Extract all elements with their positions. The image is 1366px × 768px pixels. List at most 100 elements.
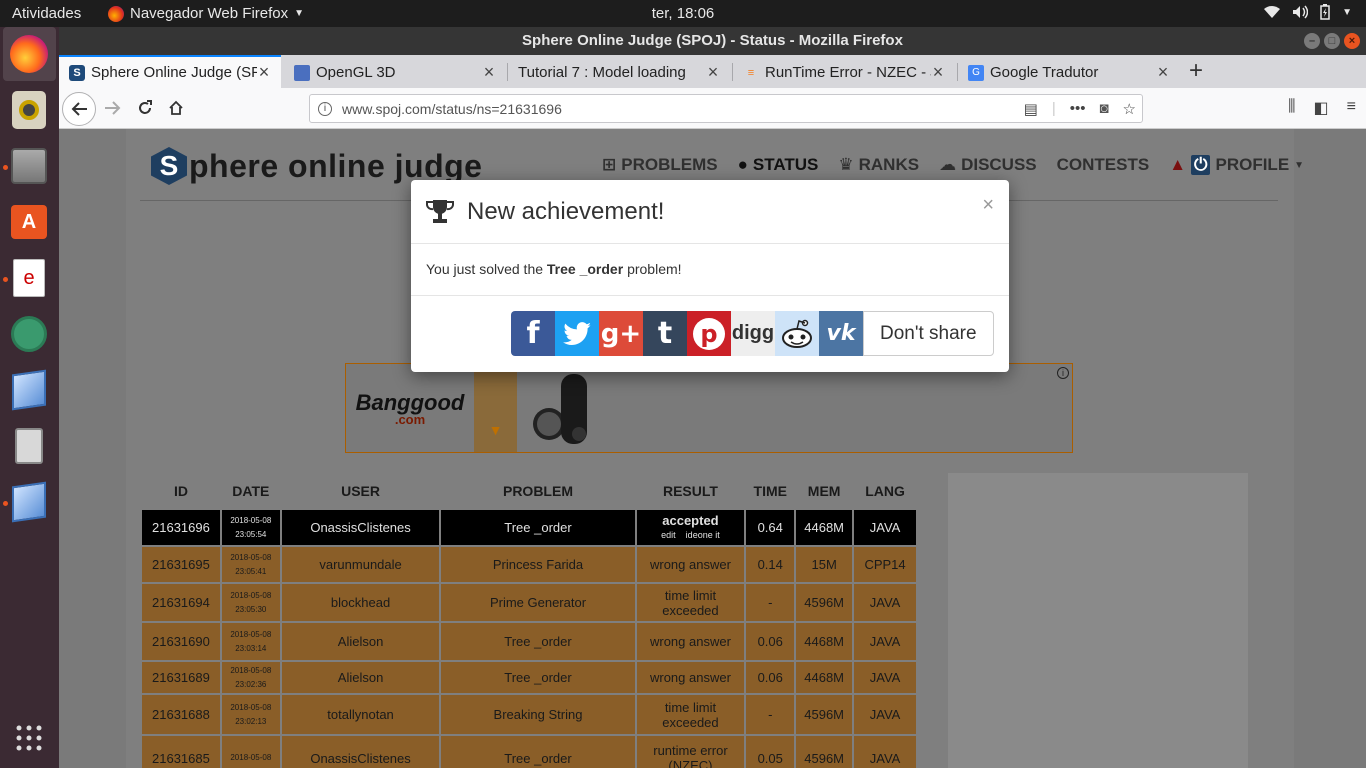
close-icon[interactable]: × xyxy=(257,62,271,83)
google-plus-share-button[interactable]: g+ xyxy=(599,311,643,356)
window-titlebar[interactable]: Sphere Online Judge (SPOJ) - Status - Mo… xyxy=(59,27,1366,55)
reload-button[interactable] xyxy=(131,94,159,122)
result-links[interactable]: edit ideone it xyxy=(637,528,745,543)
forward-button[interactable] xyxy=(99,94,127,122)
tab-spoj-status[interactable]: S Sphere Online Judge (SPOJ) - Status × xyxy=(59,55,281,88)
pinterest-share-button[interactable]: p xyxy=(687,311,731,356)
software-bag-icon: A xyxy=(11,205,47,239)
maximize-button[interactable]: □ xyxy=(1324,33,1340,49)
system-tray[interactable]: ▼ xyxy=(1264,4,1352,20)
submission-problem[interactable]: Tree _order xyxy=(439,734,637,768)
tab-google-translate[interactable]: G Google Tradutor × xyxy=(958,57,1180,88)
app-menu[interactable]: Navegador Web Firefox ▼ xyxy=(108,5,304,22)
url-bar[interactable]: i www.spoj.com/status/ns=21631696 ▤ | ••… xyxy=(309,94,1143,123)
ad-arrow-icon[interactable]: ▼ xyxy=(474,364,517,452)
dock-app-cube[interactable] xyxy=(9,369,49,411)
nav-ranks[interactable]: ♛ RANKS xyxy=(838,155,919,175)
chevron-down-icon: ▼ xyxy=(1342,6,1352,18)
close-icon[interactable]: × xyxy=(931,62,945,83)
nav-label: DISCUSS xyxy=(961,155,1037,174)
dock-files[interactable] xyxy=(9,146,49,186)
tab-runtime-error[interactable]: ≡ RunTime Error - NZEC - Java × xyxy=(733,57,955,88)
submission-lang: JAVA xyxy=(852,660,918,695)
submission-user[interactable]: varunmundale xyxy=(279,545,442,584)
submission-mem: 4468M xyxy=(794,508,855,547)
submission-user[interactable]: totallynotan xyxy=(279,693,442,736)
tumblr-share-button[interactable]: t xyxy=(643,311,687,356)
info-icon[interactable]: i xyxy=(318,101,332,116)
reader-view-icon[interactable]: ▤ xyxy=(1024,100,1038,118)
submission-problem[interactable]: Princess Farida xyxy=(439,545,637,584)
submission-problem[interactable]: Tree _order xyxy=(439,508,637,547)
activities-button[interactable]: Atividades xyxy=(12,5,81,22)
submission-id[interactable]: 21631688 xyxy=(140,693,222,736)
digg-share-button[interactable]: digg xyxy=(731,311,775,356)
nav-contests[interactable]: CONTESTS xyxy=(1057,155,1150,175)
achievement-modal: New achievement! × You just solved the T… xyxy=(411,180,1009,372)
submission-time: 0.06 xyxy=(744,621,797,662)
twitter-share-button[interactable] xyxy=(555,311,599,356)
nav-profile[interactable]: ▲ ⏻ PROFILE ▼ xyxy=(1169,155,1304,175)
submission-problem[interactable]: Breaking String xyxy=(439,693,637,736)
reddit-share-button[interactable] xyxy=(775,311,819,356)
submission-user[interactable]: Alielson xyxy=(279,660,442,695)
window-title: Sphere Online Judge (SPOJ) - Status - Mo… xyxy=(522,32,903,49)
app-menu-label: Navegador Web Firefox xyxy=(130,5,289,22)
close-icon[interactable]: × xyxy=(482,62,496,83)
page-actions-icon[interactable]: ••• xyxy=(1070,100,1086,118)
tab-tutorial[interactable]: Tutorial 7 : Model loading × xyxy=(508,57,730,88)
new-tab-button[interactable]: + xyxy=(1189,57,1203,85)
facebook-share-button[interactable]: f xyxy=(511,311,555,356)
submission-id[interactable]: 21631695 xyxy=(140,545,222,584)
show-applications-button[interactable] xyxy=(9,718,49,758)
tab-opengl[interactable]: OpenGL 3D × xyxy=(284,57,506,88)
submission-problem[interactable]: Tree _order xyxy=(439,660,637,695)
url-text: www.spoj.com/status/ns=21631696 xyxy=(342,100,562,117)
back-button[interactable] xyxy=(62,92,96,126)
twitter-icon xyxy=(563,321,591,345)
nav-discuss[interactable]: ☁ DISCUSS xyxy=(939,155,1037,175)
dock-document-viewer[interactable]: e xyxy=(9,258,49,298)
close-icon[interactable]: × xyxy=(706,62,720,83)
submission-id[interactable]: 21631694 xyxy=(140,582,222,623)
dont-share-button[interactable]: Don't share xyxy=(863,311,994,356)
submission-id[interactable]: 21631696 xyxy=(140,508,222,547)
submission-user[interactable]: blockhead xyxy=(279,582,442,623)
sidebar-icon[interactable]: ◧ xyxy=(1314,98,1329,118)
submission-time: - xyxy=(744,582,797,623)
submission-user[interactable]: Alielson xyxy=(279,621,442,662)
dock-atom[interactable] xyxy=(9,314,49,354)
minimize-button[interactable]: – xyxy=(1304,33,1320,49)
dock-firefox[interactable] xyxy=(9,34,49,74)
menu-icon[interactable]: ≡ xyxy=(1347,98,1356,118)
firefox-icon xyxy=(108,5,124,22)
submission-id[interactable]: 21631685 xyxy=(140,734,222,768)
vk-share-button[interactable]: vk xyxy=(819,311,863,356)
library-icon[interactable]: ⫼ xyxy=(1288,98,1295,118)
close-icon[interactable]: × xyxy=(1156,62,1170,83)
banggood-ad[interactable]: Banggood .com ▼ i xyxy=(345,363,1073,453)
ad-info-icon[interactable]: i xyxy=(1057,367,1069,379)
dock-rhythmbox[interactable] xyxy=(9,90,49,130)
home-button[interactable] xyxy=(162,94,190,122)
nav-problems[interactable]: ⊞ PROBLEMS xyxy=(602,155,718,175)
submission-id[interactable]: 21631689 xyxy=(140,660,222,695)
pocket-icon[interactable]: ◙ xyxy=(1099,100,1108,118)
nav-status[interactable]: ● STATUS xyxy=(738,155,819,175)
comments-icon: ☁ xyxy=(939,155,957,174)
dock-app-cube-2[interactable] xyxy=(9,481,49,523)
submission-user[interactable]: OnassisClistenes xyxy=(279,734,442,768)
dock-calculator[interactable] xyxy=(9,426,49,466)
dock-software[interactable]: A xyxy=(9,202,49,242)
close-icon[interactable]: × xyxy=(982,194,994,217)
submission-user[interactable]: OnassisClistenes xyxy=(279,508,442,547)
clock[interactable]: ter, 18:06 xyxy=(652,5,715,22)
submission-id[interactable]: 21631690 xyxy=(140,621,222,662)
reddit-icon xyxy=(782,319,812,348)
submission-problem[interactable]: Prime Generator xyxy=(439,582,637,623)
submission-time: 0.64 xyxy=(744,508,797,547)
submission-problem[interactable]: Tree _order xyxy=(439,621,637,662)
close-window-button[interactable]: × xyxy=(1344,33,1360,49)
submission-date: 2018-05-08 23:05:30 xyxy=(219,582,282,623)
bookmark-star-icon[interactable]: ☆ xyxy=(1123,100,1136,118)
